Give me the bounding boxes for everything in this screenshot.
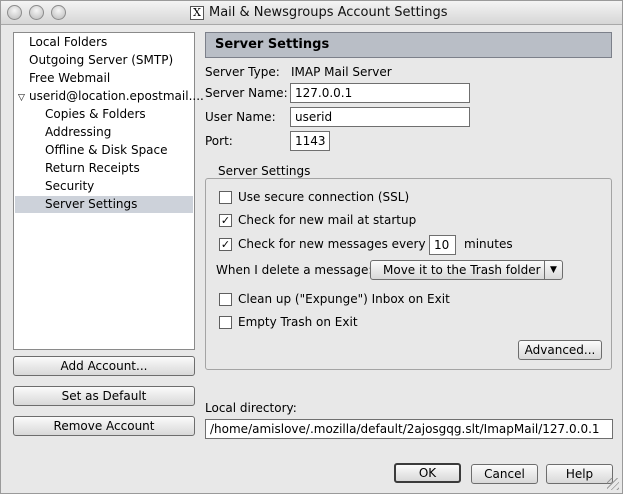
window-title: Mail & Newsgroups Account Settings (209, 5, 448, 20)
group-title: Server Settings (214, 164, 315, 178)
check-every-checkbox[interactable]: ✓ (219, 238, 232, 251)
server-type-value: IMAP Mail Server (291, 65, 392, 79)
title-bar[interactable]: X Mail & Newsgroups Account Settings (1, 1, 622, 25)
local-directory-label: Local directory: (205, 401, 297, 415)
startup-label[interactable]: Check for new mail at startup (238, 213, 416, 227)
ssl-label[interactable]: Use secure connection (SSL) (238, 190, 409, 204)
resize-grip-icon[interactable] (607, 478, 619, 490)
advanced-button[interactable]: Advanced... (518, 340, 602, 360)
tree-item-return-receipts[interactable]: Return Receipts (45, 160, 140, 177)
account-label: userid@location.epostmail.... (29, 89, 204, 103)
expunge-checkbox[interactable] (219, 293, 232, 306)
x11-app-icon: X (190, 6, 204, 20)
server-name-label: Server Name: (205, 86, 288, 100)
empty-trash-checkbox[interactable] (219, 316, 232, 329)
user-name-field[interactable]: userid (290, 107, 470, 127)
delete-action-value: Move it to the Trash folder (383, 263, 541, 277)
minutes-label: minutes (464, 237, 513, 251)
add-account-button[interactable]: Add Account... (13, 356, 195, 376)
server-name-field[interactable]: 127.0.0.1 (290, 83, 470, 103)
delete-action-dropdown[interactable]: Move it to the Trash folder ▼ (370, 260, 563, 280)
chevron-down-icon[interactable]: ▼ (544, 261, 562, 279)
panel-header: Server Settings (205, 32, 612, 58)
checkmark-icon: ✓ (220, 238, 231, 251)
port-label: Port: (205, 134, 233, 148)
tree-item-server-settings[interactable]: Server Settings (15, 196, 193, 213)
tree-item-offline-disk-space[interactable]: Offline & Disk Space (45, 142, 168, 159)
tree-item-account[interactable]: ▽ userid@location.epostmail.... (18, 88, 204, 105)
checkmark-icon: ✓ (220, 214, 231, 227)
tree-item-copies-folders[interactable]: Copies & Folders (45, 106, 146, 123)
zoom-window-button[interactable] (51, 5, 66, 20)
check-interval-field[interactable]: 10 (429, 235, 456, 255)
server-type-label: Server Type: (205, 65, 280, 79)
account-tree[interactable]: Local Folders Outgoing Server (SMTP) Fre… (13, 32, 204, 350)
check-every-label[interactable]: Check for new messages every (238, 237, 426, 251)
startup-checkbox[interactable]: ✓ (219, 214, 232, 227)
twisty-open-icon[interactable]: ▽ (18, 90, 29, 107)
cancel-button[interactable]: Cancel (471, 464, 538, 484)
delete-message-label: When I delete a message: (216, 263, 373, 277)
tree-item-security[interactable]: Security (45, 178, 94, 195)
remove-account-button[interactable]: Remove Account (13, 416, 195, 436)
account-settings-window: X Mail & Newsgroups Account Settings Loc… (0, 0, 623, 494)
port-field[interactable]: 1143 (290, 131, 330, 151)
help-button[interactable]: Help (546, 464, 613, 484)
empty-trash-label[interactable]: Empty Trash on Exit (238, 315, 358, 329)
tree-item-outgoing-server[interactable]: Outgoing Server (SMTP) (29, 52, 173, 69)
user-name-label: User Name: (205, 110, 276, 124)
set-as-default-button[interactable]: Set as Default (13, 386, 195, 406)
close-window-button[interactable] (7, 5, 22, 20)
minimize-window-button[interactable] (29, 5, 44, 20)
local-directory-field[interactable]: /home/amislove/.mozilla/default/2ajosgqg… (205, 419, 613, 439)
tree-item-addressing[interactable]: Addressing (45, 124, 111, 141)
expunge-label[interactable]: Clean up ("Expunge") Inbox on Exit (238, 292, 450, 306)
ok-button[interactable]: OK (394, 463, 461, 483)
ssl-checkbox[interactable] (219, 191, 232, 204)
tree-item-free-webmail[interactable]: Free Webmail (29, 70, 110, 87)
tree-item-local-folders[interactable]: Local Folders (29, 34, 107, 51)
